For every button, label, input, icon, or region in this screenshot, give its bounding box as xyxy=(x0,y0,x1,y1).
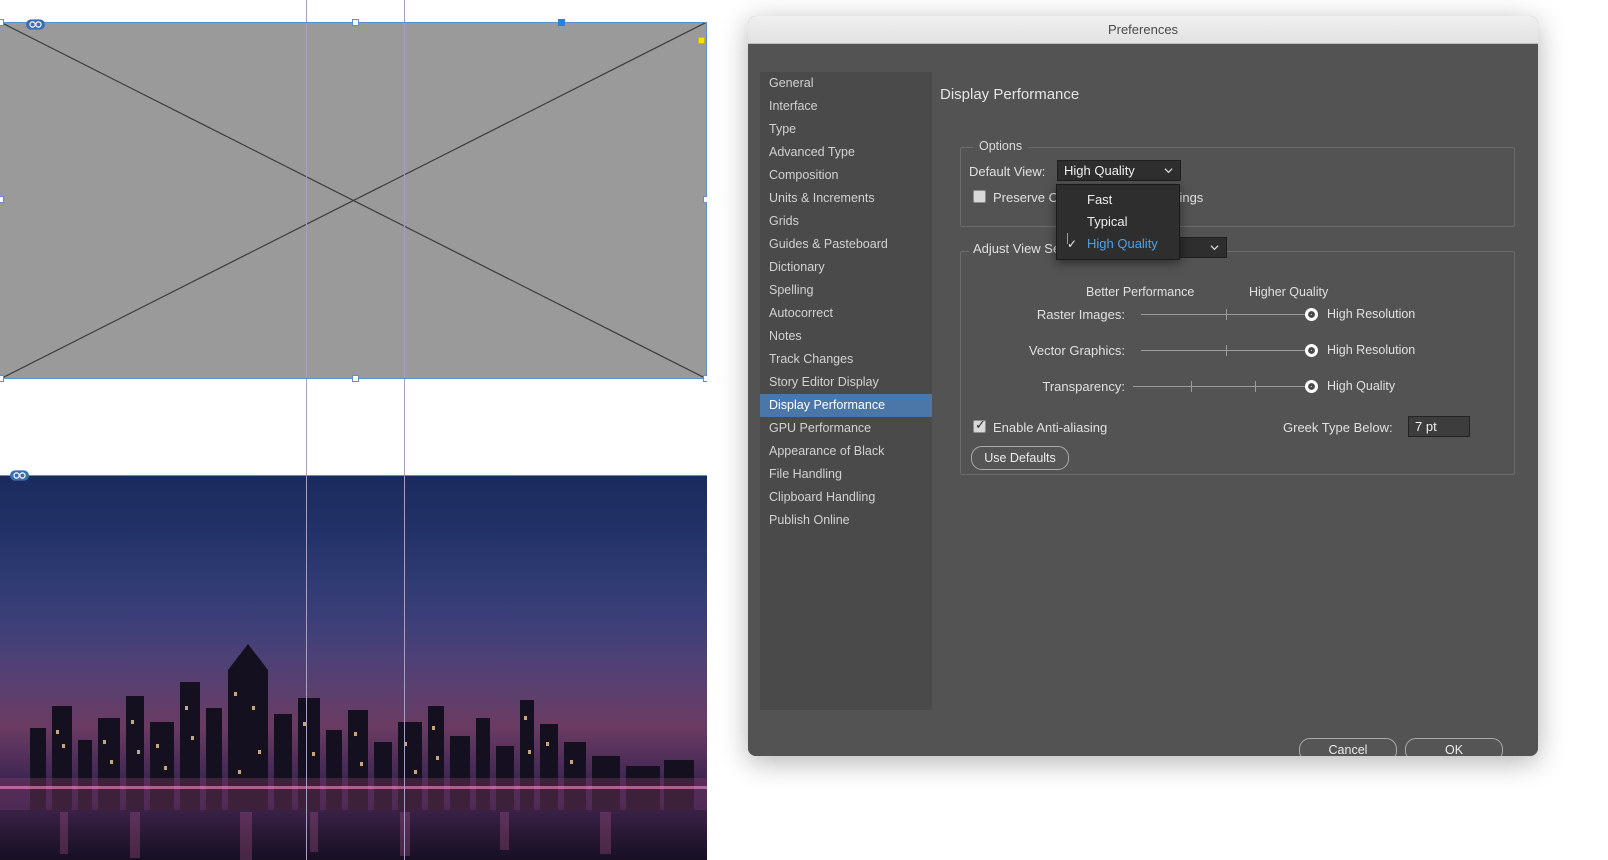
cancel-button[interactable]: Cancel xyxy=(1299,738,1397,756)
transparency-tick-2 xyxy=(1255,381,1256,392)
check-icon: ✓ xyxy=(1067,233,1077,251)
column-guide-left xyxy=(306,0,307,860)
empty-graphic-frame[interactable] xyxy=(0,22,707,379)
sidebar-item-notes[interactable]: Notes xyxy=(760,325,932,348)
page-title: Display Performance xyxy=(940,86,1080,103)
scale-label-higher-quality: Higher Quality xyxy=(1249,285,1329,299)
sidebar-item-gpu-performance[interactable]: GPU Performance xyxy=(760,417,932,440)
raster-images-label: Raster Images: xyxy=(1036,307,1125,322)
vector-graphics-value: High Resolution xyxy=(1327,343,1416,357)
scale-label-better-performance: Better Performance xyxy=(1086,285,1195,299)
enable-anti-aliasing-checkbox[interactable] xyxy=(973,417,986,433)
sidebar-item-display-performance[interactable]: Display Performance xyxy=(760,394,932,417)
sidebar-item-publish-online[interactable]: Publish Online xyxy=(760,509,932,532)
skyline-graphic xyxy=(0,644,707,860)
sidebar-item-units-increments[interactable]: Units & Increments xyxy=(760,187,932,210)
column-guide-right xyxy=(404,0,405,860)
greek-type-below-input[interactable]: 7 pt xyxy=(1408,416,1470,437)
selection-handle-active[interactable] xyxy=(558,19,565,26)
ok-button[interactable]: OK xyxy=(1405,738,1503,756)
sidebar-item-grids[interactable]: Grids xyxy=(760,210,932,233)
default-view-label: Default View: xyxy=(969,164,1046,179)
corner-radius-handle[interactable] xyxy=(698,37,705,44)
transparency-tick-1 xyxy=(1191,381,1192,392)
adjust-view-settings-group: Adjust View Settings: High Quality Bette… xyxy=(960,237,1515,475)
selection-handle-bottom-right[interactable] xyxy=(703,375,707,382)
sidebar-item-clipboard-handling[interactable]: Clipboard Handling xyxy=(760,486,932,509)
selection-handle-mid-left[interactable] xyxy=(0,196,4,203)
transparency-value: High Quality xyxy=(1327,379,1396,393)
photo-selection-edge-top xyxy=(0,475,707,476)
vector-graphics-label: Vector Graphics: xyxy=(1028,343,1125,358)
vector-graphics-tick-mid xyxy=(1226,345,1227,356)
sidebar-item-composition[interactable]: Composition xyxy=(760,164,932,187)
options-group: Options Default View: High Quality Prese… xyxy=(960,139,1515,227)
sidebar-item-spelling[interactable]: Spelling xyxy=(760,279,932,302)
linked-content-badge-photo[interactable] xyxy=(10,470,29,481)
settings-pane: Display Performance Options Default View… xyxy=(940,44,1538,756)
raster-images-value: High Resolution xyxy=(1327,307,1416,321)
dropdown-option-fast[interactable]: Fast xyxy=(1057,189,1179,211)
sidebar-item-story-editor-display[interactable]: Story Editor Display xyxy=(760,371,932,394)
preserve-object-settings-label-left: Preserve O xyxy=(993,190,1059,205)
sidebar-item-dictionary[interactable]: Dictionary xyxy=(760,256,932,279)
sidebar-item-file-handling[interactable]: File Handling xyxy=(760,463,932,486)
city-skyline-photo[interactable] xyxy=(0,476,707,860)
empty-frame-x-cross xyxy=(0,22,707,379)
sidebar-item-advanced-type[interactable]: Advanced Type xyxy=(760,141,932,164)
chevron-down-icon xyxy=(1164,168,1173,174)
greek-type-below-label: Greek Type Below: xyxy=(1283,420,1393,435)
options-group-label: Options xyxy=(973,139,1029,153)
vector-graphics-slider-knob[interactable] xyxy=(1305,344,1318,357)
raster-images-slider-knob[interactable] xyxy=(1305,308,1318,321)
chevron-down-icon-adjust xyxy=(1210,245,1219,251)
dropdown-option-typical[interactable]: Typical xyxy=(1057,211,1179,233)
sidebar-item-track-changes[interactable]: Track Changes xyxy=(760,348,932,371)
sidebar-item-autocorrect[interactable]: Autocorrect xyxy=(760,302,932,325)
default-view-value: High Quality xyxy=(1064,163,1135,178)
transparency-label: Transparency: xyxy=(1042,379,1125,394)
preferences-dialog: Preferences General Interface Type Advan… xyxy=(748,16,1538,756)
dropdown-option-high-quality[interactable]: ✓ High Quality xyxy=(1057,233,1179,255)
linked-content-badge-frame[interactable] xyxy=(26,19,45,30)
dialog-titlebar: Preferences xyxy=(748,16,1538,44)
default-view-select[interactable]: High Quality xyxy=(1057,160,1181,181)
sidebar-item-interface[interactable]: Interface xyxy=(760,95,932,118)
selection-handle-bottom-left[interactable] xyxy=(0,375,4,382)
greek-type-below-value: 7 pt xyxy=(1415,419,1437,434)
selection-handle-top-center[interactable] xyxy=(352,19,359,26)
selection-handle-top-left[interactable] xyxy=(0,19,4,26)
selection-handle-mid-right[interactable] xyxy=(703,196,707,203)
dialog-body: General Interface Type Advanced Type Com… xyxy=(748,44,1538,756)
sidebar-item-appearance-of-black[interactable]: Appearance of Black xyxy=(760,440,932,463)
dialog-title: Preferences xyxy=(1107,22,1179,37)
selection-handle-bottom-center[interactable] xyxy=(352,375,359,382)
transparency-slider-knob[interactable] xyxy=(1305,380,1318,393)
default-view-dropdown-menu[interactable]: Fast Typical ✓ High Quality xyxy=(1056,184,1180,260)
enable-anti-aliasing-label: Enable Anti-aliasing xyxy=(993,420,1108,435)
document-canvas[interactable] xyxy=(0,0,707,860)
app-root: Preferences General Interface Type Advan… xyxy=(0,0,1608,860)
transparency-slider[interactable] xyxy=(1133,386,1311,387)
sidebar-item-guides-pasteboard[interactable]: Guides & Pasteboard xyxy=(760,233,932,256)
sidebar-item-type[interactable]: Type xyxy=(760,118,932,141)
raster-images-tick-mid xyxy=(1226,309,1227,320)
sidebar-item-general[interactable]: General xyxy=(760,72,932,95)
page-white-area xyxy=(0,379,707,476)
preserve-object-settings-checkbox[interactable] xyxy=(973,190,986,203)
use-defaults-button[interactable]: Use Defaults xyxy=(971,446,1069,470)
preferences-category-list[interactable]: General Interface Type Advanced Type Com… xyxy=(760,72,932,710)
